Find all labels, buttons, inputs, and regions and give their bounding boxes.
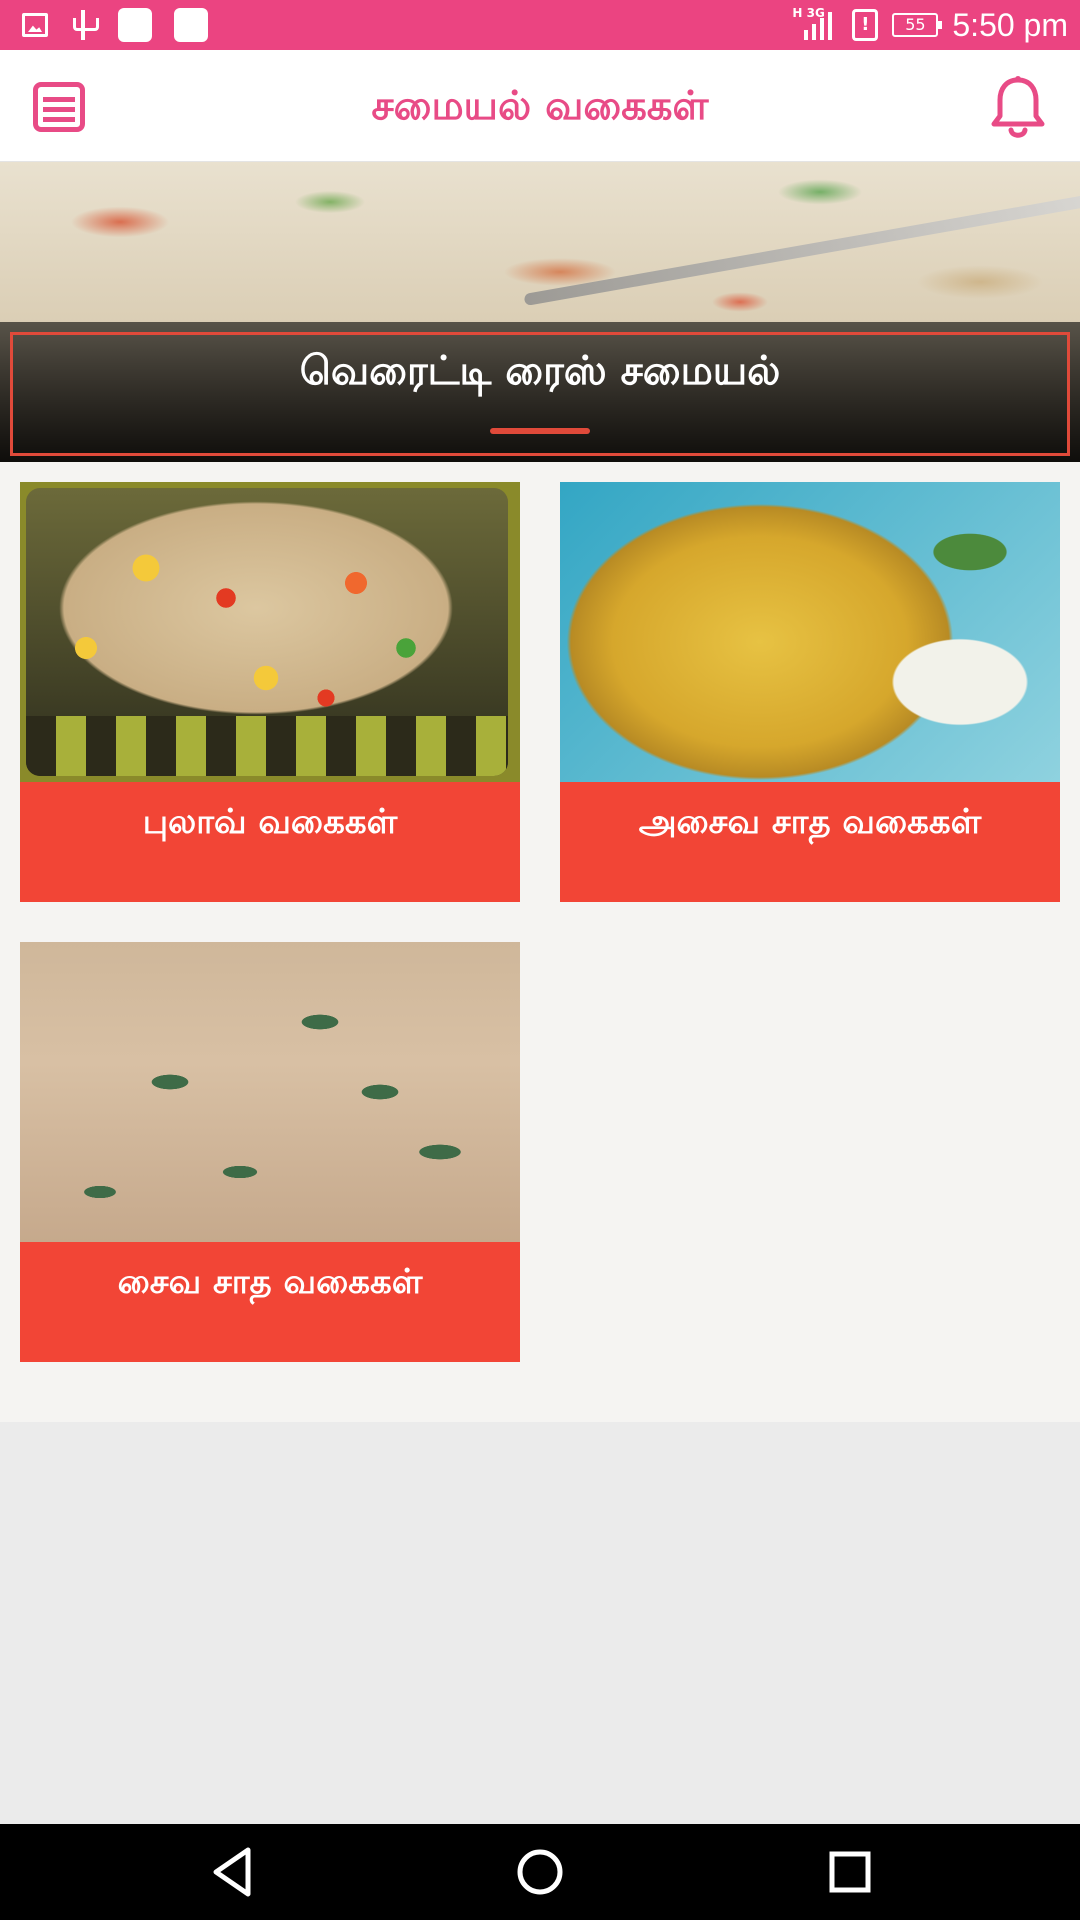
category-card-pulao[interactable]: புலாவ் வகைகள்	[20, 482, 520, 902]
image-icon	[22, 13, 48, 37]
recents-button[interactable]	[820, 1842, 880, 1902]
category-label: சைவ சாத வகைகள்	[117, 1262, 423, 1302]
category-card-non-veg-rice[interactable]: அசைவ சாத வகைகள்	[560, 482, 1060, 902]
veg-rice-photo	[20, 942, 520, 1242]
recents-icon	[829, 1851, 871, 1893]
category-card-veg-rice[interactable]: சைவ சாத வகைகள்	[20, 942, 520, 1362]
pulao-photo	[20, 482, 520, 782]
alert-icon: !	[852, 9, 879, 41]
notifications-button[interactable]	[986, 74, 1050, 142]
status-time: 5:50 pm	[952, 6, 1068, 43]
notification-square-icon	[118, 8, 152, 42]
category-grid: புலாவ் வகைகள் அசைவ சாத வகைகள் சைவ சாத வக…	[0, 462, 1080, 1422]
usb-icon	[70, 8, 99, 42]
notification-square-icon	[174, 8, 208, 42]
banner-title: வெரைட்டி ரைஸ் சமையல்	[299, 348, 781, 394]
home-button[interactable]	[510, 1842, 570, 1902]
hero-banner: வெரைட்டி ரைஸ் சமையல்	[0, 162, 1080, 462]
status-left-icons	[22, 8, 208, 42]
battery-icon: 55	[892, 13, 943, 37]
banner-photo	[523, 189, 1080, 307]
category-label: அசைவ சாத வகைகள்	[638, 802, 982, 842]
status-bar: H 3G ! 55 5:50 pm	[0, 0, 1080, 50]
back-button[interactable]	[202, 1842, 262, 1902]
bell-icon	[991, 76, 1045, 138]
biryani-photo	[560, 482, 1060, 782]
banner-underline	[490, 428, 590, 434]
app-title: சமையல் வகைகள்	[371, 83, 709, 129]
status-right-icons: H 3G ! 55 5:50 pm	[790, 0, 1068, 50]
category-label: புலாவ் வகைகள்	[142, 802, 398, 842]
system-nav-bar	[0, 1824, 1080, 1920]
signal-icon: H 3G	[790, 6, 838, 42]
home-icon	[517, 1849, 563, 1895]
app-bar: சமையல் வகைகள்	[0, 50, 1080, 162]
back-icon	[213, 1847, 251, 1897]
